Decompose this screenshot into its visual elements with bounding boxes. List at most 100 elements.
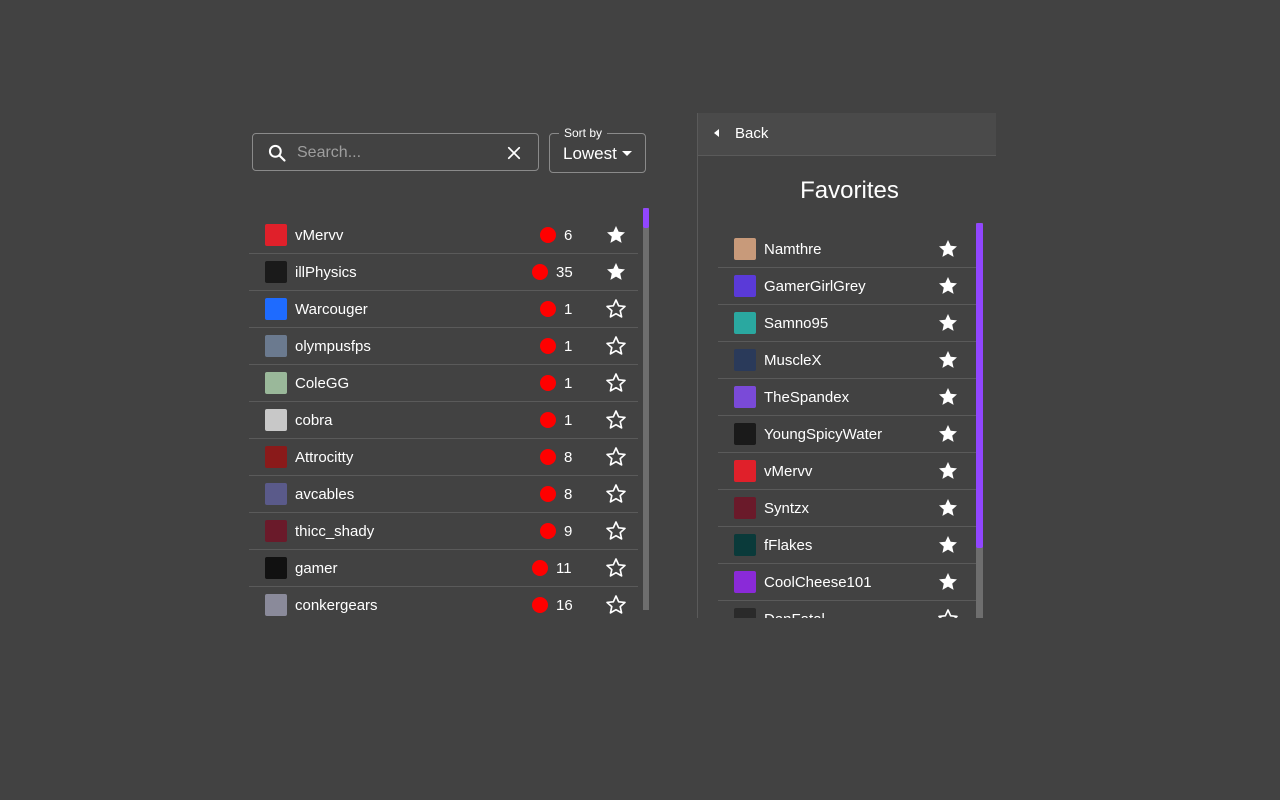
sort-label: Sort by [559, 126, 608, 140]
stream-list-scrollbar[interactable] [643, 208, 649, 610]
star-filled-icon[interactable] [937, 238, 959, 260]
star-outline-icon[interactable] [605, 520, 627, 542]
star-filled-icon[interactable] [605, 224, 627, 246]
live-dot-icon [540, 338, 556, 354]
avatar [265, 224, 287, 246]
stream-name: avcables [295, 486, 355, 503]
search-input[interactable] [297, 142, 487, 164]
avatar [734, 534, 756, 556]
viewer-count: 8 [564, 486, 573, 503]
live-dot-icon [540, 375, 556, 391]
viewer-count: 6 [564, 227, 573, 244]
favorite-name: Samno95 [764, 315, 829, 332]
star-filled-icon[interactable] [937, 312, 959, 334]
avatar [734, 497, 756, 519]
stream-list: vMervv 6 illPhysics 35 Warcouger 1 olympusfps 1… [249, 217, 652, 618]
stream-row[interactable]: thicc_shady 9 [249, 513, 638, 550]
sort-select[interactable]: Sort by Lowest [549, 126, 646, 173]
star-outline-icon[interactable] [605, 298, 627, 320]
stream-name: thicc_shady [295, 523, 375, 540]
favorite-name: CoolCheese101 [764, 574, 872, 591]
favorite-row[interactable]: Syntzx [718, 490, 976, 527]
stream-row[interactable]: gamer 11 [249, 550, 638, 587]
favorite-name: fFlakes [764, 537, 813, 554]
avatar [265, 520, 287, 542]
avatar [265, 261, 287, 283]
avatar [734, 312, 756, 334]
favorite-row[interactable]: MuscleX [718, 342, 976, 379]
stream-row[interactable]: Attrocitty 8 [249, 439, 638, 476]
favorite-row[interactable]: DanFatal [718, 601, 976, 618]
star-filled-icon[interactable] [937, 349, 959, 371]
stream-row[interactable]: olympusfps 1 [249, 328, 638, 365]
viewer-count: 11 [556, 560, 572, 577]
live-dot-icon [532, 264, 548, 280]
favorite-row[interactable]: fFlakes [718, 527, 976, 564]
live-dot-icon [540, 523, 556, 539]
stream-row[interactable]: conkergears 16 [249, 587, 638, 618]
favorite-row[interactable]: Samno95 [718, 305, 976, 342]
favorite-name: vMervv [764, 463, 813, 480]
viewer-count: 1 [564, 375, 573, 392]
star-filled-icon[interactable] [937, 275, 959, 297]
star-outline-icon[interactable] [605, 409, 627, 431]
stream-list-scroll-thumb[interactable] [643, 208, 649, 228]
search-box[interactable] [252, 133, 539, 171]
star-outline-icon[interactable] [605, 446, 627, 468]
favorite-name: GamerGirlGrey [764, 278, 866, 295]
favorite-row[interactable]: CoolCheese101 [718, 564, 976, 601]
stream-name: gamer [295, 560, 338, 577]
avatar [265, 594, 287, 616]
stream-name: ColeGG [295, 375, 350, 392]
viewer-count: 1 [564, 301, 573, 318]
viewer-count: 16 [556, 597, 573, 614]
live-dot-icon [540, 227, 556, 243]
favorites-title: Favorites [800, 177, 899, 204]
star-filled-icon[interactable] [937, 534, 959, 556]
star-outline-icon[interactable] [605, 557, 627, 579]
favorite-name: YoungSpicyWater [764, 426, 883, 443]
caret-down-icon [622, 151, 632, 156]
favorite-row[interactable]: YoungSpicyWater [718, 416, 976, 453]
star-outline-icon[interactable] [605, 372, 627, 394]
star-filled-icon[interactable] [937, 460, 959, 482]
star-filled-icon[interactable] [937, 571, 959, 593]
avatar [734, 571, 756, 593]
caret-left-icon [714, 129, 719, 137]
viewer-count: 1 [564, 412, 573, 429]
stream-row[interactable]: vMervv 6 [249, 217, 638, 254]
favorite-name: Syntzx [764, 500, 810, 517]
stream-name: vMervv [295, 227, 344, 244]
star-outline-icon[interactable] [605, 594, 627, 616]
stream-row[interactable]: cobra 1 [249, 402, 638, 439]
stream-row[interactable]: Warcouger 1 [249, 291, 638, 328]
favorite-row[interactable]: TheSpandex [718, 379, 976, 416]
star-outline-icon[interactable] [605, 483, 627, 505]
live-dot-icon [540, 301, 556, 317]
favorite-row[interactable]: vMervv [718, 453, 976, 490]
star-filled-icon[interactable] [937, 423, 959, 445]
favorite-row[interactable]: Namthre [718, 231, 976, 268]
close-icon[interactable] [505, 144, 523, 162]
avatar [265, 372, 287, 394]
star-outline-icon[interactable] [605, 335, 627, 357]
favorites-scroll-thumb[interactable] [976, 223, 983, 548]
star-filled-icon[interactable] [937, 386, 959, 408]
star-filled-icon[interactable] [605, 261, 627, 283]
avatar [265, 483, 287, 505]
favorite-row[interactable]: GamerGirlGrey [718, 268, 976, 305]
star-outline-icon[interactable] [937, 608, 959, 618]
search-icon [268, 144, 286, 162]
live-dot-icon [540, 412, 556, 428]
stream-row[interactable]: avcables 8 [249, 476, 638, 513]
stream-row[interactable]: ColeGG 1 [249, 365, 638, 402]
back-button[interactable]: Back [698, 113, 996, 156]
stream-row[interactable]: illPhysics 35 [249, 254, 638, 291]
stream-name: Warcouger [295, 301, 368, 318]
star-filled-icon[interactable] [937, 497, 959, 519]
favorite-name: DanFatal [764, 611, 825, 618]
favorites-scrollbar[interactable] [976, 223, 983, 618]
live-dot-icon [540, 449, 556, 465]
favorite-name: MuscleX [764, 352, 822, 369]
avatar [734, 608, 756, 618]
